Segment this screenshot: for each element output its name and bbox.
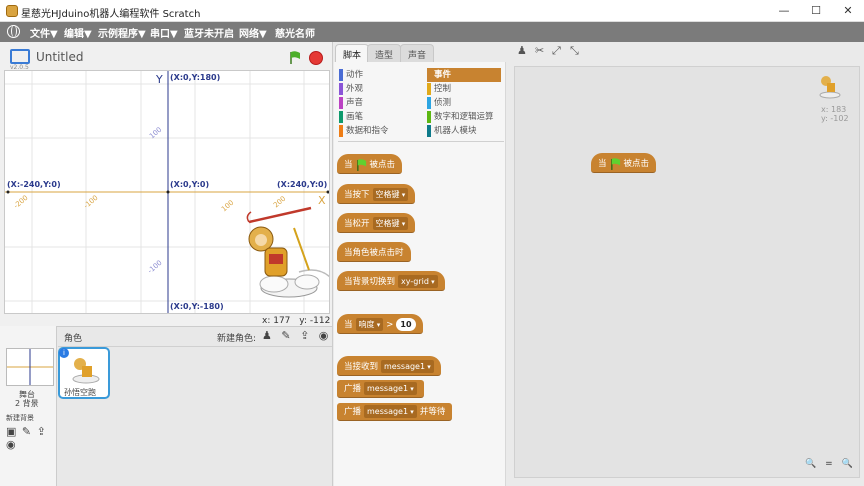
language-globe-icon[interactable] — [7, 25, 20, 38]
cut-icon[interactable]: ✂ — [535, 44, 544, 57]
mouse-y-value: -112 — [309, 316, 331, 326]
sprites-header: 角色 新建角色: ♟ ✎ ⇪ ◉ — [58, 327, 332, 347]
menu-network[interactable]: 网络▼ — [239, 25, 267, 40]
block-when-sprite-clicked[interactable]: 当角色被点击时 — [337, 242, 411, 262]
category-divider — [338, 141, 504, 142]
tab-costumes[interactable]: 造型 — [367, 44, 402, 62]
sprite-x-label: x: 183 — [821, 105, 847, 114]
green-flag-icon[interactable] — [289, 51, 301, 64]
y-axis-label: Y — [156, 73, 163, 86]
category-control[interactable]: 控制 — [427, 82, 451, 96]
current-sprite-icon — [819, 76, 841, 99]
project-title[interactable]: Untitled — [36, 50, 83, 64]
coord-bottom: (X:0,Y:-180) — [170, 302, 224, 311]
sprite-name: 孙悟空跑 — [64, 388, 96, 397]
backdrop-tools-icons[interactable]: ▣ ✎ ⇪ ◉ — [6, 425, 56, 451]
new-sprite-label: 新建角色: — [217, 334, 257, 344]
sensor-dropdown[interactable]: 响度 — [355, 318, 384, 331]
menu-bar: 文件▼ 编辑▼ 示例程序▼ 串口▼ 蓝牙未开启 网络▼ 慈光名师 — [0, 22, 864, 42]
sprite-y-label: y: -102 — [821, 114, 849, 123]
tab-sounds[interactable]: 声音 — [400, 44, 435, 62]
menu-file[interactable]: 文件▼ — [30, 25, 58, 40]
stamp-icon[interactable]: ♟ — [517, 44, 527, 57]
menu-serial[interactable]: 串口▼ — [150, 25, 178, 40]
loudness-value[interactable]: 10 — [396, 318, 416, 331]
sprite-thumbnail[interactable]: i 孙悟空跑 — [58, 347, 110, 399]
coord-right: (X:240,Y:0) — [277, 180, 328, 189]
zoom-controls: 🔍 = 🔍 — [805, 459, 856, 469]
stage-size-icon[interactable] — [10, 49, 30, 64]
sprites-header-label: 角色 — [64, 334, 83, 344]
category-operators[interactable]: 数字和逻辑运算 — [427, 110, 494, 124]
category-motion[interactable]: 动作 — [339, 68, 363, 82]
tab-scripts[interactable]: 脚本 — [335, 44, 370, 62]
script-when-flag-clicked[interactable]: 当 被点击 — [591, 153, 657, 173]
category-sound[interactable]: 声音 — [339, 96, 363, 110]
block-when-backdrop-switches[interactable]: 当背景切换到 xy-grid — [337, 271, 445, 291]
message-dropdown[interactable]: message1 — [364, 405, 417, 418]
block-broadcast-and-wait[interactable]: 广播message1并等待 — [337, 403, 453, 421]
mouse-x-value: 177 — [273, 316, 291, 326]
block-when-loudness-greater[interactable]: 当响度>10 — [337, 314, 423, 334]
title-bar: 星慈光HJduino机器人编程软件 Scratch — ☐ ✕ — [0, 0, 864, 22]
block-when-key-pressed[interactable]: 当按下 空格键 — [337, 184, 416, 204]
block-broadcast[interactable]: 广播 message1 — [337, 380, 424, 398]
zoom-in-icon[interactable]: 🔍 — [842, 459, 856, 469]
sprite-monkey-king[interactable] — [239, 206, 330, 306]
category-pen[interactable]: 画笔 — [339, 110, 363, 124]
maximize-button[interactable]: ☐ — [800, 0, 832, 22]
category-robot[interactable]: 机器人模块 — [427, 124, 477, 138]
app-icon — [6, 5, 18, 17]
new-backdrop-label: 新建背景 — [6, 414, 34, 422]
key-dropdown[interactable]: 空格键 — [372, 188, 409, 201]
category-data[interactable]: 数据和指令 — [339, 124, 389, 138]
window-title: 星慈光HJduino机器人编程软件 Scratch — [21, 9, 201, 20]
backdrop-dropdown[interactable]: xy-grid — [398, 275, 438, 288]
mouse-y-label: y: — [299, 316, 308, 326]
key-dropdown[interactable]: 空格键 — [372, 217, 409, 230]
block-when-flag-clicked[interactable]: 当 被点击 — [337, 154, 403, 174]
coord-center: (X:0,Y:0) — [170, 180, 210, 189]
menu-teacher[interactable]: 慈光名师 — [275, 25, 315, 40]
menu-bluetooth[interactable]: 蓝牙未开启 — [184, 25, 234, 40]
block-when-receive[interactable]: 当接收到 message1 — [337, 356, 441, 376]
coord-top: (X:0,Y:180) — [170, 73, 221, 82]
zoom-out-icon[interactable]: 🔍 — [805, 459, 819, 469]
shrink-icon[interactable]: ⤡ — [570, 44, 579, 58]
stop-icon[interactable] — [309, 51, 323, 65]
minimize-button[interactable]: — — [768, 0, 800, 22]
grow-icon[interactable]: ⤢ — [552, 44, 561, 58]
category-sensing[interactable]: 侦测 — [427, 96, 451, 110]
mouse-x-label: x: — [262, 316, 271, 326]
backdrop-count: 2 背景 — [15, 399, 39, 408]
new-sprite-tools-icons[interactable]: ♟ ✎ ⇪ ◉ — [262, 329, 331, 342]
green-flag-icon — [610, 157, 620, 170]
block-when-key-released[interactable]: 当松开 空格键 — [337, 213, 416, 233]
message-dropdown[interactable]: message1 — [381, 360, 434, 373]
menu-examples[interactable]: 示例程序▼ — [98, 25, 146, 40]
close-button[interactable]: ✕ — [832, 0, 864, 22]
coord-left: (X:-240,Y:0) — [7, 180, 61, 189]
stage-thumbnail[interactable] — [6, 348, 54, 386]
menu-edit[interactable]: 编辑▼ — [64, 25, 92, 40]
message-dropdown[interactable]: message1 — [364, 382, 417, 395]
stage-canvas[interactable]: Y X (X:0,Y:180) (X:0,Y:-180) (X:-240,Y:0… — [4, 70, 330, 314]
mouse-xy-readout: x: 177 y: -112 — [262, 316, 330, 326]
stage-thumbnail-pane: 舞台 2 背景 新建背景 ▣ ✎ ⇪ ◉ — [0, 326, 57, 486]
green-flag-icon — [356, 158, 366, 171]
script-workspace[interactable]: 当 被点击 x: 183 y: -102 🔍 = 🔍 — [514, 66, 860, 478]
category-events[interactable]: 事件 — [427, 68, 501, 82]
category-looks[interactable]: 外观 — [339, 82, 363, 96]
zoom-reset-icon[interactable]: = — [825, 459, 836, 469]
